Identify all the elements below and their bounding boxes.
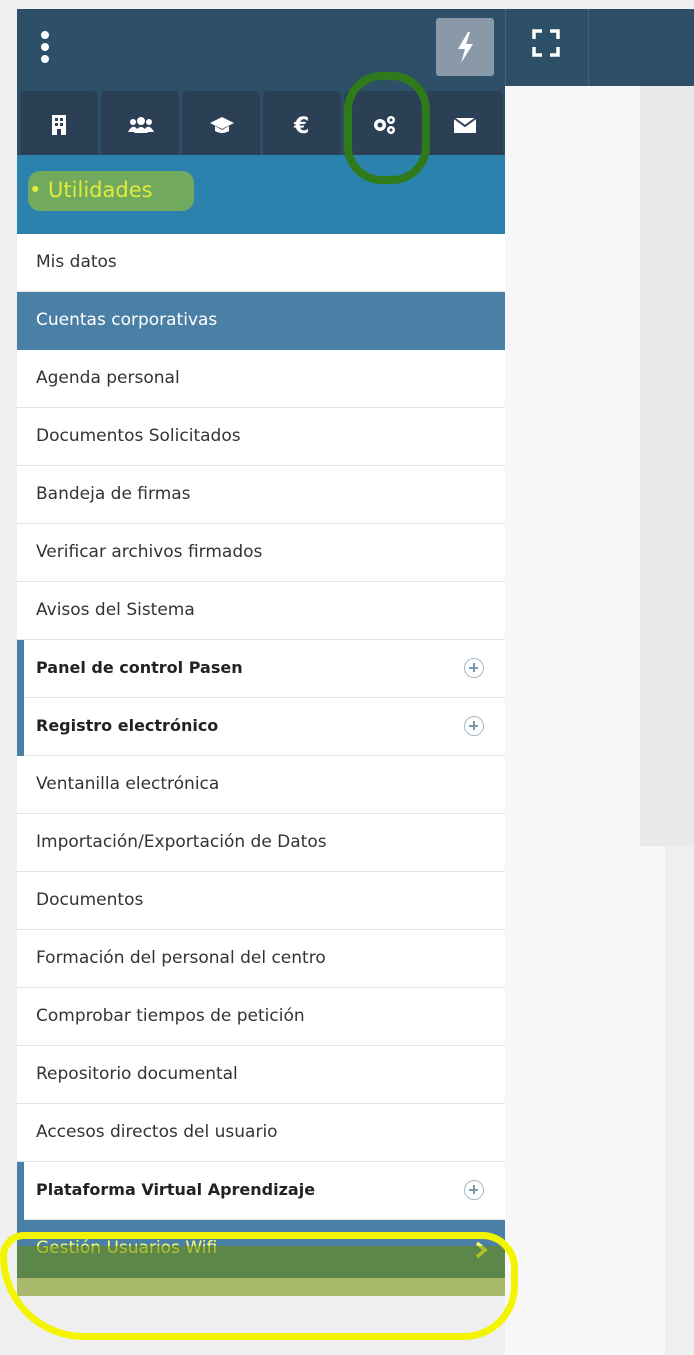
divider: [505, 9, 506, 86]
divider: [588, 9, 589, 86]
plus-circle-icon[interactable]: [464, 1180, 484, 1200]
menu-item-verificar-archivos[interactable]: Verificar archivos firmados: [17, 524, 505, 582]
envelope-icon: [453, 117, 477, 133]
menu-group-registro-electronico[interactable]: Registro electrónico: [17, 698, 505, 756]
tab-personal[interactable]: [101, 91, 179, 155]
menu-item-avisos-sistema[interactable]: Avisos del Sistema: [17, 582, 505, 640]
menu-item-repositorio-documental[interactable]: Repositorio documental: [17, 1046, 505, 1104]
menu-item-cuentas-corporativas[interactable]: Cuentas corporativas: [17, 292, 505, 350]
euro-icon: €: [293, 114, 309, 137]
svg-text:€: €: [293, 114, 309, 137]
bolt-icon[interactable]: [436, 18, 494, 76]
menu-item-agenda-personal[interactable]: Agenda personal: [17, 350, 505, 408]
vertical-dots-icon[interactable]: [39, 31, 51, 67]
menu-item-mis-datos[interactable]: Mis datos: [17, 234, 505, 292]
menu-item-ventanilla[interactable]: Ventanilla electrónica: [17, 756, 505, 814]
tab-economica[interactable]: €: [263, 91, 341, 155]
menu-item-importacion-exportacion[interactable]: Importación/Exportación de Datos: [17, 814, 505, 872]
menu-group-plataforma-virtual[interactable]: Plataforma Virtual Aprendizaje: [17, 1162, 505, 1220]
utilidades-menu: Mis datos Cuentas corporativas Agenda pe…: [17, 234, 505, 1278]
fullscreen-icon[interactable]: [531, 28, 561, 58]
users-icon: [128, 117, 154, 133]
menu-item-accesos-directos[interactable]: Accesos directos del usuario: [17, 1104, 505, 1162]
menu-item-documentos[interactable]: Documentos: [17, 872, 505, 930]
menu-group-panel-pasen[interactable]: Panel de control Pasen: [17, 640, 505, 698]
menu-item-bandeja-firmas[interactable]: Bandeja de firmas: [17, 466, 505, 524]
menu-item-formacion-personal[interactable]: Formación del personal del centro: [17, 930, 505, 988]
tab-centro[interactable]: [20, 91, 98, 155]
highlight-annotation: [0, 1232, 518, 1340]
building-icon: [52, 115, 66, 135]
tab-alumnado[interactable]: [182, 91, 260, 155]
background-paper: [640, 86, 694, 846]
tab-mensajes[interactable]: [425, 91, 503, 155]
menu-item-documentos-solicitados[interactable]: Documentos Solicitados: [17, 408, 505, 466]
menu-item-comprobar-tiempos[interactable]: Comprobar tiempos de petición: [17, 988, 505, 1046]
highlight-annotation: [28, 171, 194, 211]
circle-annotation: [344, 72, 430, 184]
graduation-cap-icon: [210, 117, 234, 133]
plus-circle-icon[interactable]: [464, 658, 484, 678]
top-bar: [17, 9, 694, 86]
plus-circle-icon[interactable]: [464, 716, 484, 736]
module-tabs: €: [17, 86, 505, 155]
